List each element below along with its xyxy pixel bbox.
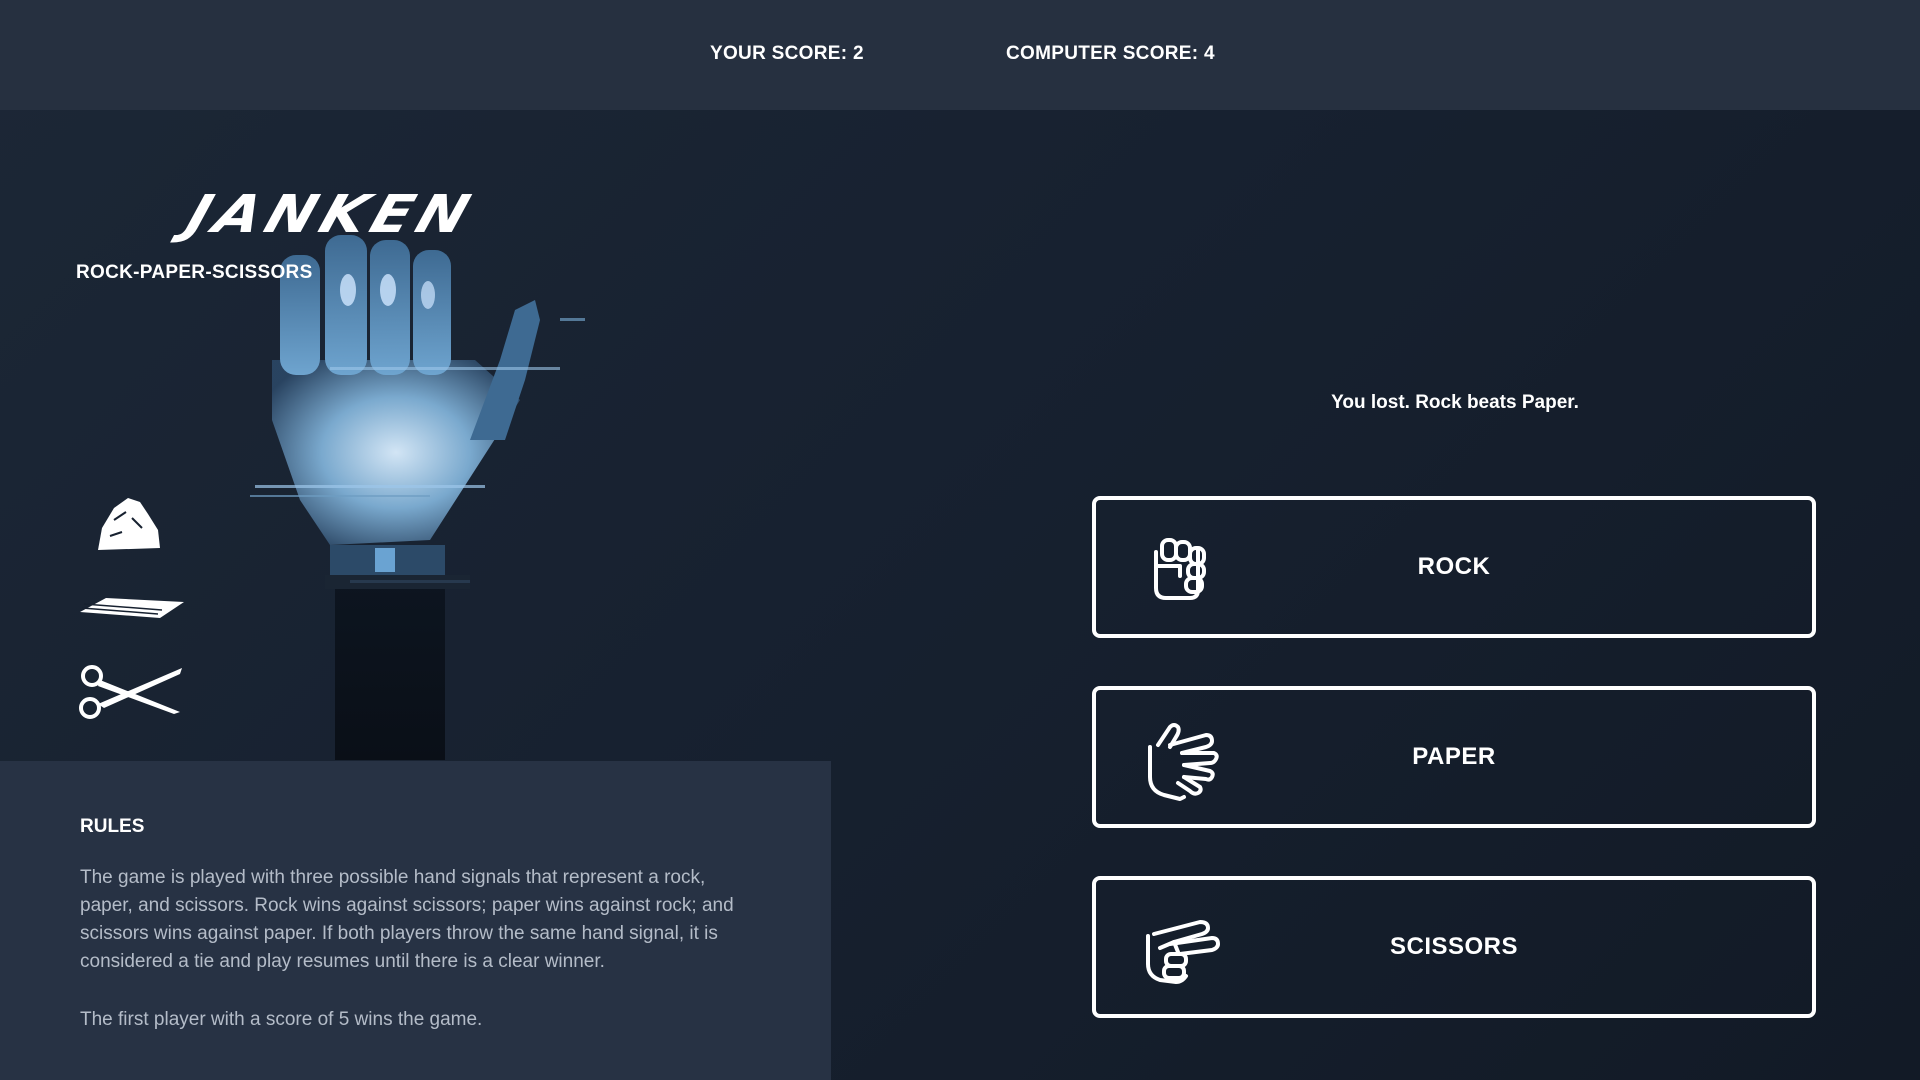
rock-button[interactable]: ROCK [1092, 496, 1816, 638]
scissors-icon [79, 665, 182, 719]
paper-button[interactable]: PAPER [1092, 686, 1816, 828]
scissors-button-label: SCISSORS [1389, 933, 1519, 960]
rules-paragraph-2: The first player with a score of 5 wins … [80, 1009, 483, 1030]
your-score-label: YOUR SCORE: 2 [710, 43, 864, 64]
rock-button-label: ROCK [1417, 553, 1491, 580]
result-message: You lost. Rock beats Paper. [1331, 392, 1579, 413]
computer-score-label: COMPUTER SCORE: 4 [1006, 43, 1215, 64]
your-score: YOUR SCORE: 2 [710, 43, 864, 65]
logo: JANKEN [76, 183, 586, 244]
paper-button-label: PAPER [1412, 743, 1496, 770]
logo-text: JANKEN [178, 183, 484, 245]
scissors-button[interactable]: SCISSORS [1092, 876, 1816, 1018]
subtitle: ROCK-PAPER-SCISSORS [76, 262, 313, 283]
top-bar: YOUR SCORE: 2 COMPUTER SCORE: 4 [0, 0, 1920, 110]
rules-title: RULES [80, 816, 145, 837]
computer-score: COMPUTER SCORE: 4 [1006, 43, 1215, 65]
paper-icon [80, 598, 184, 618]
rock-icon [98, 498, 160, 550]
rules-paragraph-1: The game is played with three possible h… [80, 867, 734, 972]
